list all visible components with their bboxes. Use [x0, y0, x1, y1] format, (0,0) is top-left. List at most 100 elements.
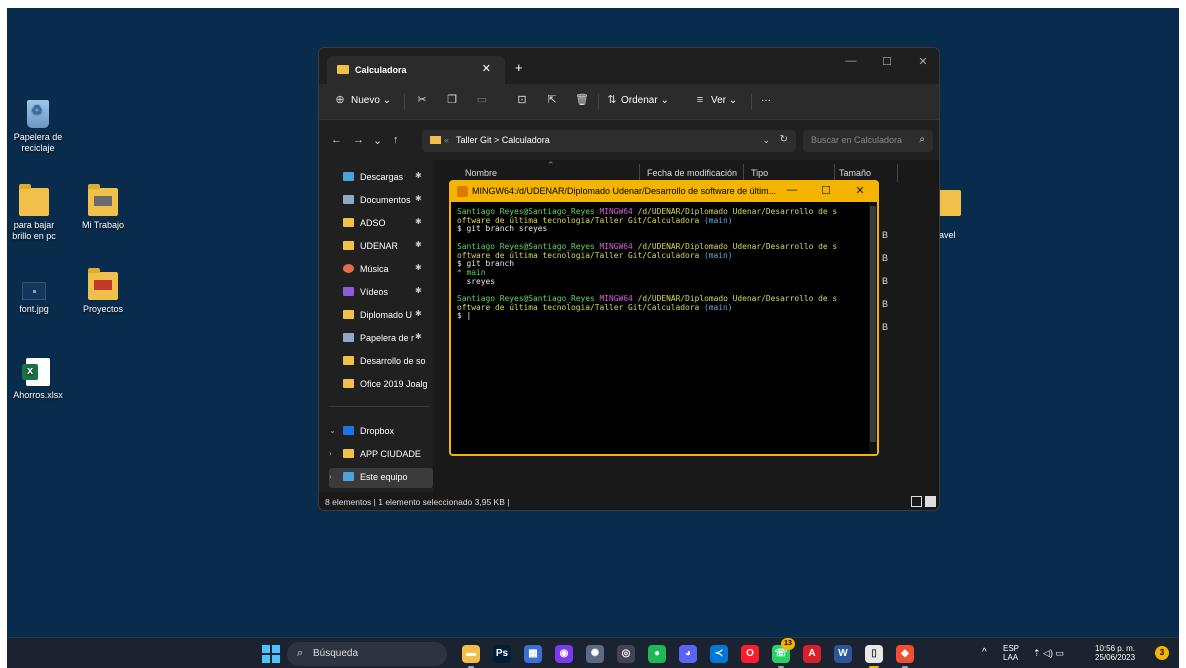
- nav-item-udenar[interactable]: UDENAR ✱: [329, 237, 433, 257]
- taskbar-app-github-icon[interactable]: ◉: [555, 645, 573, 663]
- desktop-icon-font-jpg[interactable]: font.jpg: [7, 272, 65, 315]
- taskbar-search-label: Búsqueda: [313, 648, 359, 659]
- paste-icon[interactable]: ▭: [475, 93, 489, 107]
- notification-badge[interactable]: 3: [1155, 646, 1169, 660]
- search-icon: ⌕: [919, 134, 925, 145]
- nav-item-diplomado[interactable]: Diplomado U ✱: [329, 306, 433, 326]
- command-line: $ git branch sreyes: [457, 224, 548, 234]
- column-header-fecha[interactable]: Fecha de modificación: [647, 168, 737, 178]
- clock[interactable]: 10:56 p. m. 25/06/2023: [1095, 644, 1135, 662]
- nav-item-descargas[interactable]: Descargas ✱: [329, 168, 433, 188]
- chevron-right-icon[interactable]: ›: [329, 472, 332, 481]
- nav-item-adso[interactable]: ADSO ✱: [329, 214, 433, 234]
- hidden-icons-chevron[interactable]: ^: [982, 648, 987, 658]
- back-arrow-icon[interactable]: ←: [331, 134, 342, 146]
- maximize-button[interactable]: ☐: [869, 55, 905, 68]
- desktop-icon-proyectos[interactable]: Proyectos: [72, 268, 134, 315]
- taskbar-app-davinci-icon[interactable]: ✺: [586, 645, 604, 663]
- taskbar-app-spotify-icon[interactable]: ●: [648, 645, 666, 663]
- taskbar-app-notepad-icon[interactable]: ▯: [865, 645, 883, 663]
- minimize-button[interactable]: —: [833, 55, 869, 67]
- close-button[interactable]: ✕: [845, 184, 875, 197]
- address-dropdown-icon[interactable]: ⌄: [762, 135, 770, 146]
- nav-item-videos[interactable]: Vídeos ✱: [329, 283, 433, 303]
- tab-calculadora[interactable]: Calculadora ✕: [327, 56, 505, 84]
- terminal-output[interactable]: Santiago Reyes@Santiago_Reyes MINGW64 /d…: [457, 208, 867, 448]
- details-view-icon[interactable]: [911, 496, 922, 507]
- start-button[interactable]: [262, 645, 280, 663]
- column-header-tamano[interactable]: Tamaño: [839, 168, 871, 178]
- column-header-tipo[interactable]: Tipo: [751, 168, 768, 178]
- nav-item-app-ciudade[interactable]: › APP CIUDADE: [329, 445, 433, 465]
- nav-item-ofice[interactable]: Ofice 2019 Joalg: [329, 375, 433, 395]
- taskbar-app-photoshop-icon[interactable]: Ps: [493, 645, 511, 663]
- new-plus-icon: ⊕: [335, 94, 345, 106]
- video-icon: [343, 287, 354, 296]
- copy-icon[interactable]: ❐: [445, 93, 459, 107]
- taskbar-app-opera-icon[interactable]: O: [741, 645, 759, 663]
- taskbar-app-vscode-icon[interactable]: ≺: [710, 645, 728, 663]
- pin-icon: ✱: [415, 217, 422, 226]
- network-volume-battery-icons[interactable]: ⇡ ◁) ▭: [1033, 649, 1064, 658]
- taskbar-search[interactable]: ⌕ Búsqueda: [287, 642, 447, 666]
- desktop-icon-label: Proyectos: [82, 304, 124, 314]
- address-bar[interactable]: « Taller Git > Calculadora ⌄ ↻: [422, 130, 796, 152]
- rename-icon[interactable]: ⊡: [515, 93, 529, 107]
- taskbar-app-file-explorer-icon[interactable]: ▬: [462, 645, 480, 663]
- desktop-icon-brightness-folder[interactable]: para bajar brillo en pc: [7, 184, 65, 242]
- refresh-icon[interactable]: ↻: [780, 134, 788, 145]
- chevron-right-icon[interactable]: ›: [329, 449, 332, 458]
- taskbar-app-chrome-like-icon[interactable]: ◎: [617, 645, 635, 663]
- desktop-icon-ahorros-xlsx[interactable]: Ahorros.xlsx: [7, 358, 69, 401]
- desktop-icon-mi-trabajo[interactable]: Mi Trabajo: [72, 184, 134, 231]
- nav-item-desarrollo[interactable]: Desarrollo de so: [329, 352, 433, 372]
- taskbar-app-acrobat-icon[interactable]: A: [803, 645, 821, 663]
- terminal-title: MINGW64:/d/UDENAR/Diplomado Udenar/Desar…: [472, 186, 777, 196]
- nav-item-papelera[interactable]: Papelera de r ✱: [329, 329, 433, 349]
- desktop-icon-label: para bajar brillo en pc: [12, 220, 56, 241]
- folder-icon: [343, 218, 354, 227]
- share-icon[interactable]: ⇱: [545, 93, 559, 107]
- nav-item-dropbox[interactable]: ⌄ Dropbox: [329, 422, 433, 442]
- desktop-icon-recycle-bin[interactable]: Papelera de reciclaje: [7, 100, 69, 154]
- nav-label: Dropbox: [360, 426, 395, 436]
- search-input[interactable]: Buscar en Calculadora ⌕: [803, 130, 933, 152]
- tab-title: Calculadora: [355, 65, 407, 75]
- new-tab-button[interactable]: +: [515, 60, 523, 75]
- taskbar-app-git-icon[interactable]: ◆: [896, 645, 914, 663]
- nav-item-este-equipo[interactable]: › Este equipo: [329, 468, 433, 488]
- whatsapp-badge: 13: [781, 638, 795, 650]
- recent-chevron-icon[interactable]: ⌄: [373, 134, 382, 147]
- view-button[interactable]: Ver ⌄: [711, 95, 737, 106]
- desktop-icon-label: Papelera de reciclaje: [13, 132, 63, 153]
- terminal-scrollbar[interactable]: [869, 202, 877, 454]
- input-language[interactable]: ESP LAA: [1003, 644, 1019, 662]
- cut-icon[interactable]: ✂: [415, 93, 429, 107]
- branch-output: sreyes: [457, 276, 496, 286]
- folder-icon: [343, 356, 354, 365]
- new-button[interactable]: Nuevo ⌄: [351, 95, 391, 106]
- taskbar-app-app-blue-icon[interactable]: ▦: [524, 645, 542, 663]
- more-options-button[interactable]: ···: [761, 95, 771, 106]
- nav-item-musica[interactable]: Música ✱: [329, 260, 433, 280]
- excel-file-icon: [22, 358, 50, 386]
- up-arrow-icon[interactable]: ↑: [393, 134, 399, 146]
- close-tab-icon[interactable]: ✕: [482, 62, 491, 75]
- prompt-path: /d/UDENAR/Diplomado Udenar/Desarrollo de…: [637, 294, 838, 304]
- nav-label: Diplomado U: [360, 310, 413, 320]
- chevron-down-icon[interactable]: ⌄: [329, 426, 336, 435]
- tiles-view-icon[interactable]: [925, 496, 936, 507]
- minimize-button[interactable]: —: [777, 184, 807, 196]
- close-window-button[interactable]: ✕: [905, 55, 939, 68]
- folder-icon: [343, 310, 354, 319]
- size-fragment: B: [882, 230, 889, 240]
- nav-item-documentos[interactable]: Documentos ✱: [329, 191, 433, 211]
- sort-button[interactable]: Ordenar ⌄: [621, 95, 669, 106]
- current-branch-output: * main: [457, 267, 486, 277]
- forward-arrow-icon[interactable]: →: [353, 134, 364, 146]
- taskbar-app-word-icon[interactable]: W: [834, 645, 852, 663]
- maximize-button[interactable]: ☐: [811, 184, 841, 197]
- column-header-nombre[interactable]: Nombre: [465, 168, 497, 178]
- taskbar-app-discord-icon[interactable]: ◕: [679, 645, 697, 663]
- delete-icon[interactable]: 🗑: [575, 93, 589, 107]
